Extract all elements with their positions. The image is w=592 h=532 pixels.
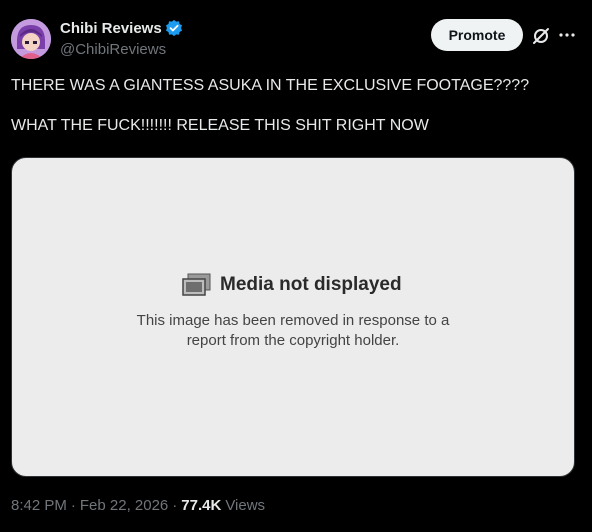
- media-card[interactable]: Media not displayed This image has been …: [11, 157, 575, 477]
- media-header: Media not displayed: [182, 273, 402, 297]
- more-dots-icon[interactable]: [558, 26, 576, 44]
- grok-icon[interactable]: [531, 26, 551, 46]
- meta-separator: ·: [172, 497, 178, 514]
- views-count[interactable]: 77.4K: [181, 497, 221, 514]
- tweet-line-1: THERE WAS A GIANTESS ASUKA IN THE EXCLUS…: [11, 77, 530, 94]
- media-desc-line-1: This image has been removed in response …: [136, 312, 450, 329]
- tweet-date[interactable]: Feb 22, 2026: [80, 497, 168, 514]
- avatar-image: [11, 19, 51, 59]
- tweet-line-2: WHAT THE FUCK!!!!!!! RELEASE THIS SHIT R…: [11, 117, 429, 134]
- author-display-name[interactable]: Chibi Reviews: [60, 20, 162, 37]
- avatar[interactable]: [11, 19, 51, 59]
- promote-button[interactable]: Promote: [431, 19, 523, 51]
- meta-separator: ·: [70, 497, 76, 514]
- verified-badge-icon[interactable]: [165, 19, 183, 37]
- media-description: This image has been removed in response …: [12, 311, 574, 351]
- tweet-time[interactable]: 8:42 PM: [11, 497, 67, 514]
- author-handle[interactable]: @ChibiReviews: [60, 41, 183, 58]
- broken-image-icon: [182, 273, 212, 297]
- tweet-text: THERE WAS A GIANTESS ASUKA IN THE EXCLUS…: [11, 76, 581, 136]
- media-title: Media not displayed: [220, 274, 402, 295]
- media-desc-line-2: report from the copyright holder.: [186, 332, 400, 349]
- author-info: Chibi Reviews @ChibiReviews: [60, 19, 183, 58]
- tweet-meta: 8:42 PM · Feb 22, 2026 · 77.4K Views: [11, 497, 265, 514]
- views-label: Views: [225, 497, 266, 514]
